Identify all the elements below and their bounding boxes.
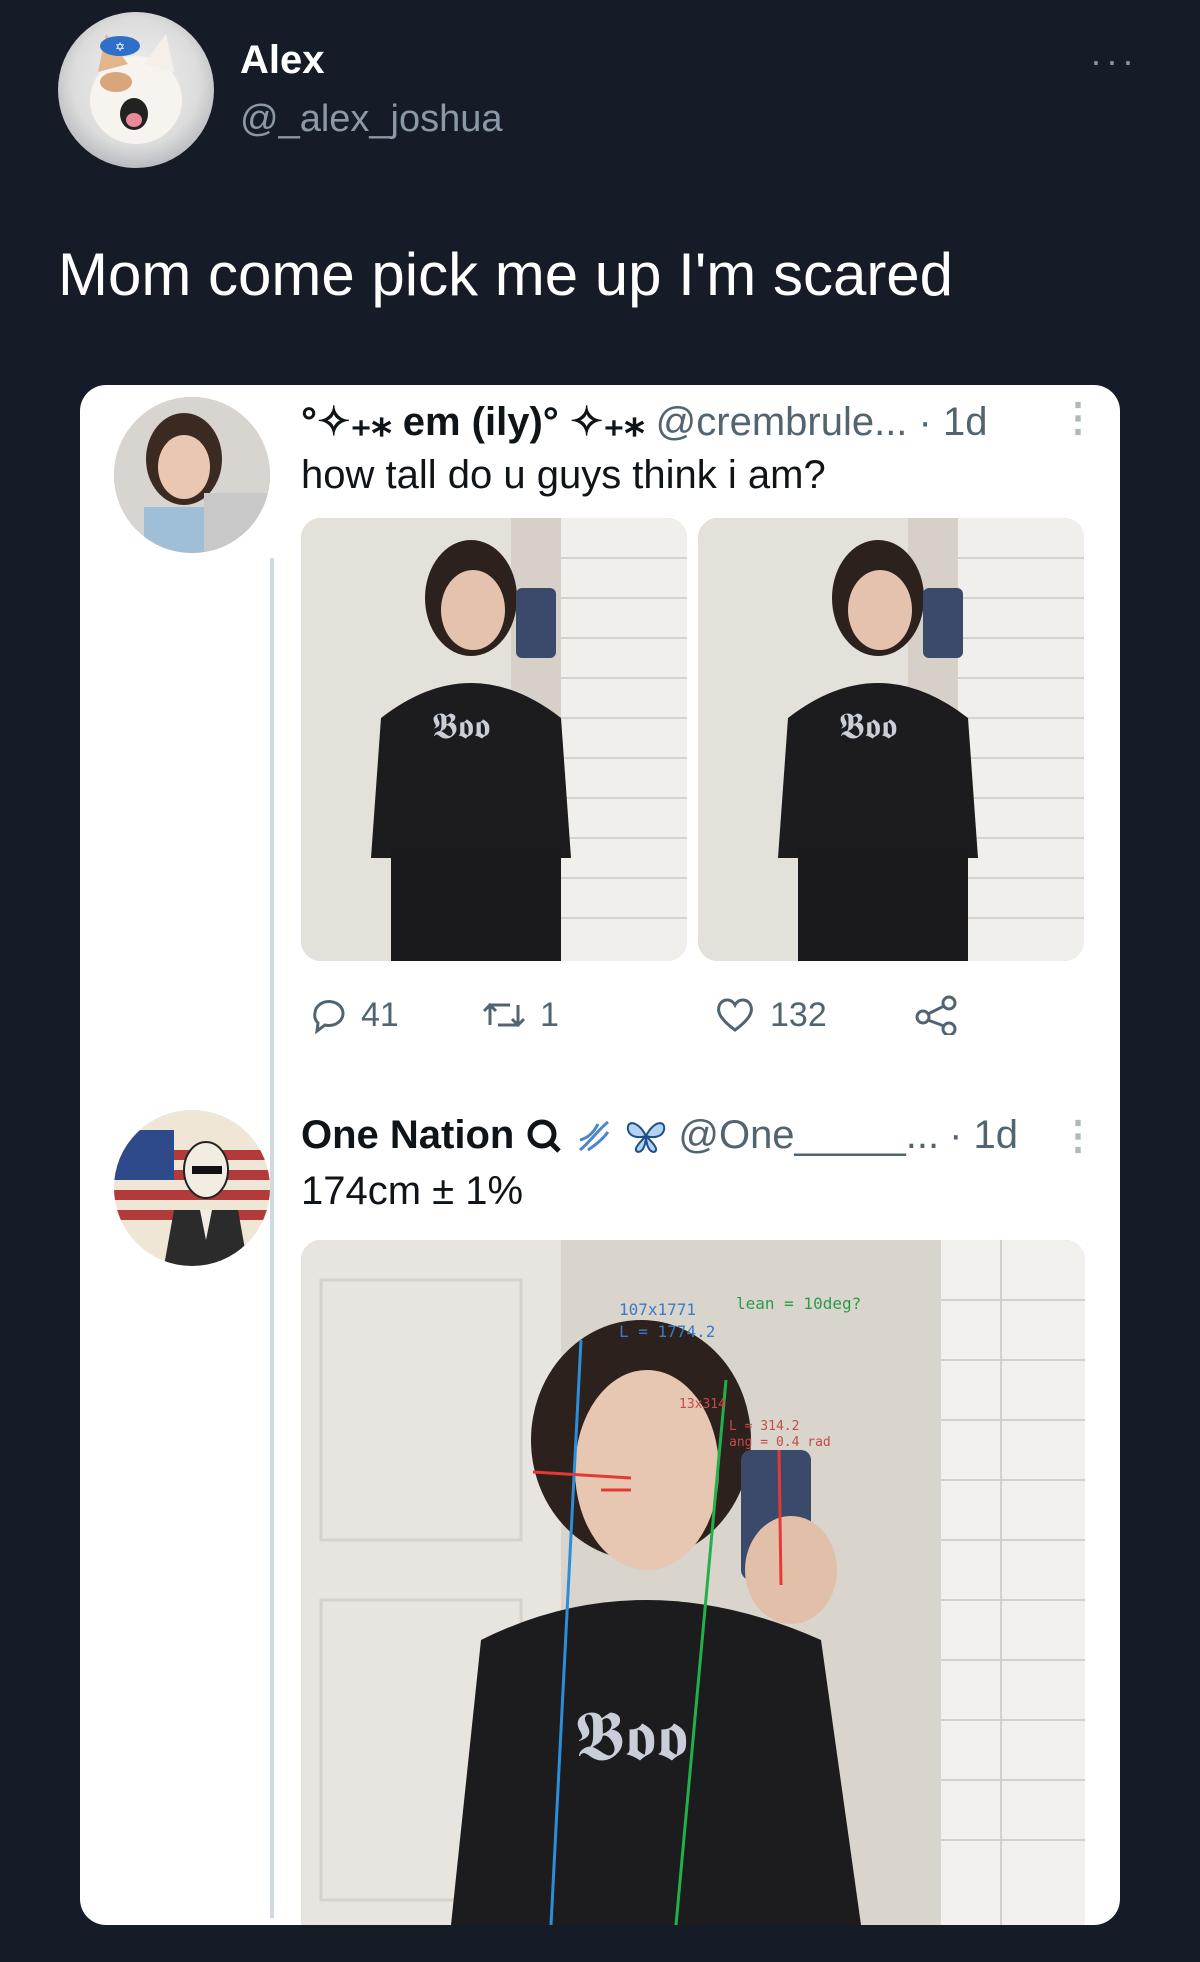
post1-author-name[interactable]: °✧₊⁎ em (ily)° ✧₊⁎ bbox=[301, 400, 645, 444]
share-icon bbox=[915, 995, 957, 1035]
annotated-selfie-image: 𝕭𝖔𝖔 bbox=[301, 1240, 1085, 1925]
author-name[interactable]: Alex bbox=[240, 38, 325, 83]
kebab-icon[interactable]: ⋮ bbox=[1058, 395, 1098, 441]
butterfly-icon bbox=[627, 1121, 666, 1153]
like-icon bbox=[717, 998, 753, 1032]
post2-photo[interactable]: 𝕭𝖔𝖔 107x1771 L = 1774.2 lean = 10deg? 13… bbox=[301, 1240, 1085, 1925]
post2-time: · 1d bbox=[949, 1113, 1019, 1157]
author-handle[interactable]: @_alex_joshua bbox=[240, 98, 503, 141]
annotation-angle: ang = 0.4 rad bbox=[729, 1435, 831, 1450]
dna-icon bbox=[579, 1120, 610, 1151]
retweet-count: 1 bbox=[540, 995, 559, 1034]
post1-author-handle[interactable]: @crembrule... bbox=[656, 400, 908, 444]
mirror-selfie-image: 𝕭𝖔𝖔 bbox=[301, 518, 687, 961]
post2-author-name[interactable]: One Nation bbox=[301, 1113, 514, 1158]
post2-author-handle[interactable]: @One_____... bbox=[678, 1113, 939, 1158]
more-options-icon[interactable]: ··· bbox=[1090, 40, 1138, 82]
post2-avatar[interactable] bbox=[114, 1110, 270, 1266]
annotation-lean: lean = 10deg? bbox=[736, 1294, 862, 1313]
post1-photo-2[interactable]: 𝕭𝖔𝖔 bbox=[698, 518, 1084, 961]
magnifier-icon bbox=[527, 1119, 562, 1153]
flag-man-avatar-image bbox=[114, 1110, 270, 1266]
thread-line bbox=[270, 558, 274, 1918]
post1-time: · 1d bbox=[918, 400, 988, 444]
annotation-phone-length: L = 314.2 bbox=[729, 1419, 800, 1434]
share-button[interactable] bbox=[915, 995, 959, 1035]
tweet-text: Mom come pick me up I'm scared bbox=[58, 241, 954, 308]
cat-avatar-image: ✡ bbox=[90, 34, 182, 144]
post1-text: how tall do u guys think i am? bbox=[301, 453, 826, 497]
like-button[interactable]: 132 bbox=[714, 995, 827, 1035]
reply-icon bbox=[313, 1000, 345, 1035]
svg-text:𝕭𝖔𝖔: 𝕭𝖔𝖔 bbox=[432, 705, 490, 746]
quoted-thread-image: °✧₊⁎ em (ily)° ✧₊⁎ @crembrule... · 1d ⋮ … bbox=[80, 385, 1120, 1925]
retweet-icon bbox=[482, 1002, 526, 1028]
retweet-button[interactable]: 1 bbox=[482, 995, 559, 1035]
author-avatar[interactable]: ✡ bbox=[58, 12, 214, 168]
girl-avatar-image bbox=[114, 397, 270, 553]
annotation-phone-size: 13x314 bbox=[679, 1397, 726, 1412]
annotation-size: 107x1771 bbox=[619, 1300, 697, 1319]
like-count: 132 bbox=[770, 995, 827, 1034]
post2-text: 174cm ± 1% bbox=[301, 1169, 524, 1213]
annotation-length: L = 1774.2 bbox=[619, 1322, 716, 1341]
svg-text:𝕭𝖔𝖔: 𝕭𝖔𝖔 bbox=[839, 705, 897, 746]
post1-avatar[interactable] bbox=[114, 397, 270, 553]
mirror-selfie-image: 𝕭𝖔𝖔 bbox=[698, 518, 1084, 961]
reply-button[interactable]: 41 bbox=[307, 995, 399, 1035]
reply-count: 41 bbox=[361, 995, 399, 1034]
kebab-icon[interactable]: ⋮ bbox=[1058, 1113, 1098, 1159]
svg-text:✡: ✡ bbox=[115, 40, 125, 54]
svg-text:𝕭𝖔𝖔: 𝕭𝖔𝖔 bbox=[574, 1697, 688, 1775]
post1-photo-1[interactable]: 𝕭𝖔𝖔 bbox=[301, 518, 687, 961]
